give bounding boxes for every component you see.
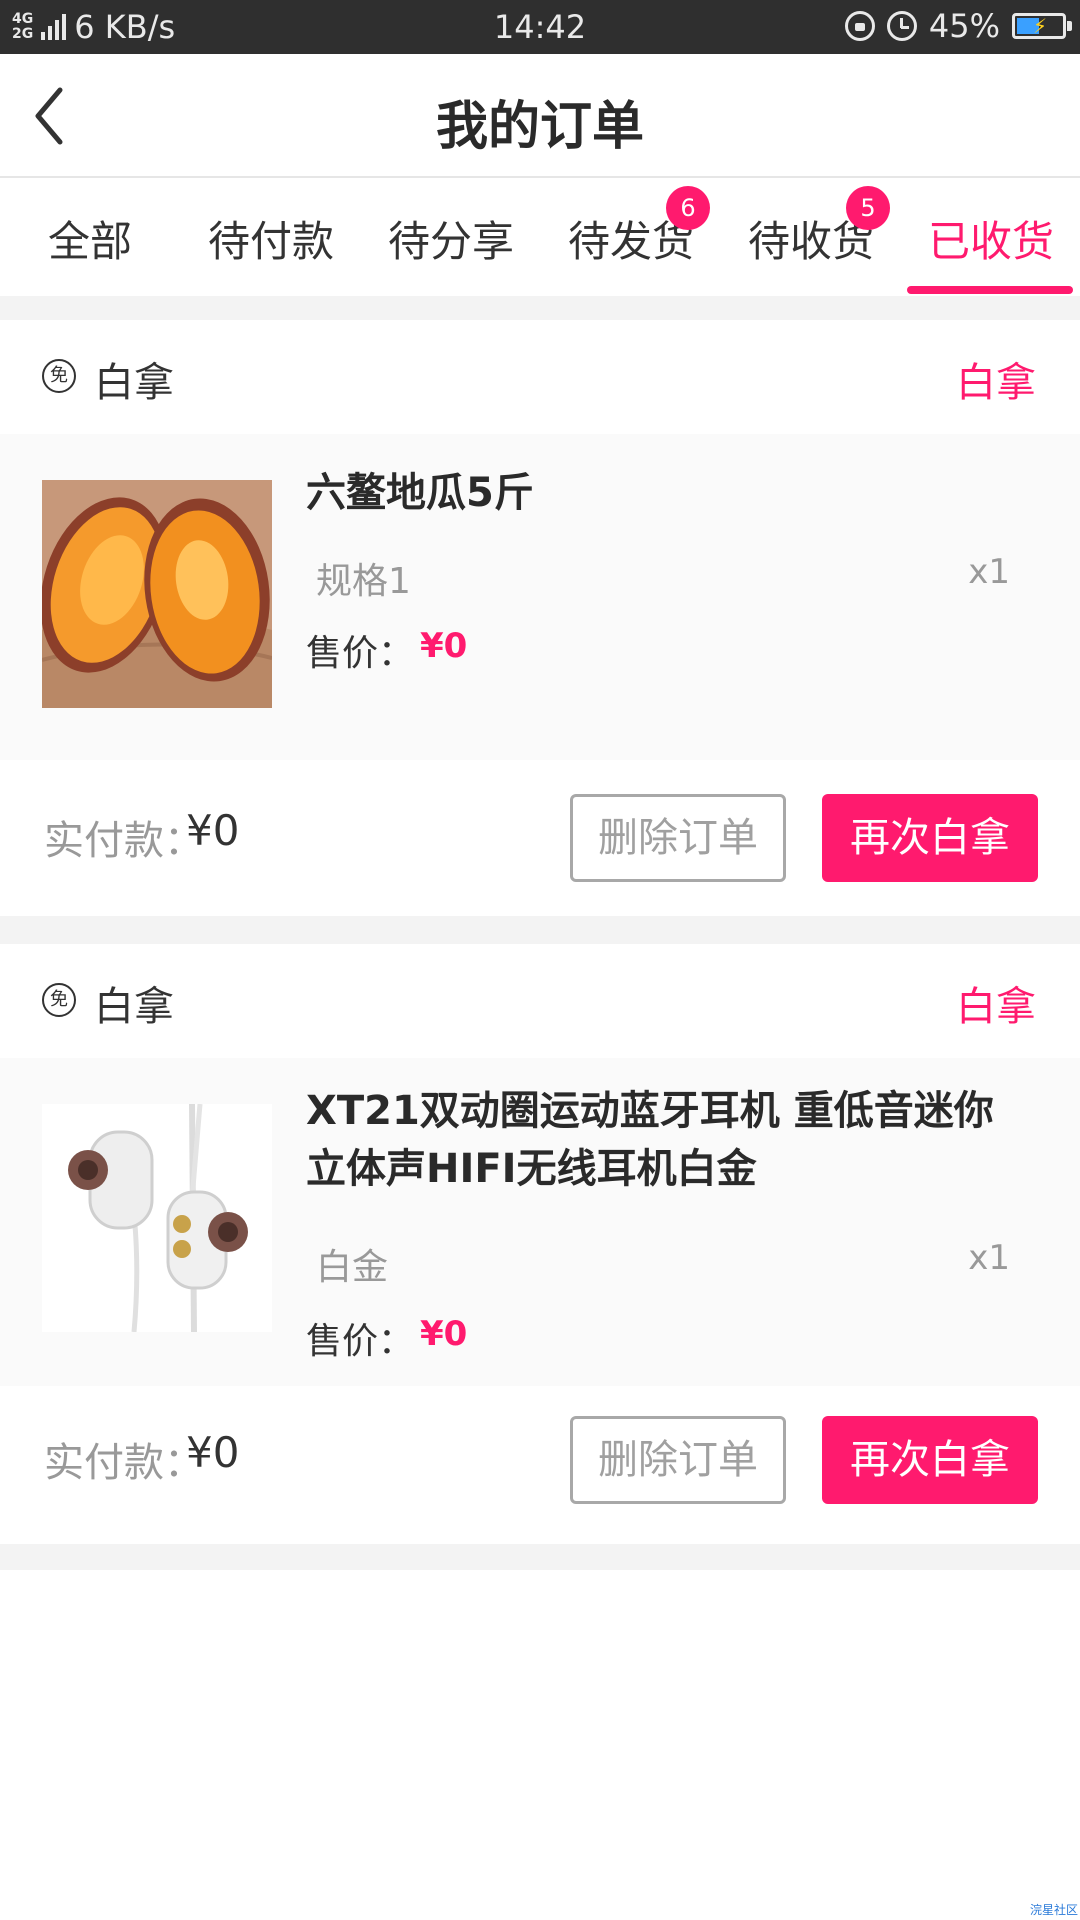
tab-pending-shipment[interactable]: 待发货 6	[568, 186, 711, 269]
battery-percent: 45%	[928, 7, 1000, 45]
order-card: 免 白拿 白拿 六鳌地瓜5斤 规格1 x1 售价： ¥0 实付款： ¥0 删除订…	[0, 320, 1080, 916]
product-quantity: x1	[968, 552, 1010, 592]
section-divider	[0, 296, 1080, 320]
get-again-button[interactable]: 再次白拿	[822, 1416, 1038, 1504]
count-badge: 5	[846, 186, 891, 230]
order-tabs: 全部 待付款 待分享 待发货 6 待收货 5 已收货	[0, 180, 1080, 296]
watermark: 浣星社区	[1029, 1903, 1078, 1917]
product-image-sweet-potato	[42, 480, 272, 708]
price-value: ¥0	[420, 1314, 468, 1354]
tab-label: 全部	[48, 217, 133, 266]
free-icon: 免	[42, 359, 76, 393]
order-item[interactable]: 六鳌地瓜5斤 规格1 x1 售价： ¥0	[0, 434, 1080, 760]
order-footer: 实付款： ¥0 删除订单 再次白拿	[0, 1386, 1080, 1538]
product-quantity: x1	[968, 1238, 1010, 1278]
order-footer: 实付款： ¥0 删除订单 再次白拿	[0, 760, 1080, 916]
order-header: 免 白拿 白拿	[0, 944, 1080, 1058]
app-header: 我的订单	[0, 54, 1080, 178]
free-icon: 免	[42, 983, 76, 1017]
product-image-earphones	[42, 1104, 272, 1332]
page-title: 我的订单	[435, 97, 644, 157]
paid-amount: ¥0	[186, 806, 240, 855]
tab-all[interactable]: 全部	[48, 208, 132, 269]
tab-pending-share[interactable]: 待分享	[388, 208, 514, 269]
delete-order-button[interactable]: 删除订单	[570, 794, 786, 882]
count-badge: 6	[666, 186, 711, 230]
shop-name: 白拿	[94, 984, 174, 1030]
order-status: 白拿	[956, 984, 1036, 1030]
tab-pending-payment[interactable]: 待付款	[208, 208, 334, 269]
paid-label: 实付款：	[44, 818, 204, 864]
delete-order-button[interactable]: 删除订单	[570, 1416, 786, 1504]
status-bar: 4G 2G 6 KB/s 14:42 45% ⚡	[0, 0, 1080, 54]
tab-label: 待付款	[208, 217, 335, 266]
product-spec: 白金	[316, 1247, 389, 1288]
product-title: XT21双动圈运动蓝牙耳机 重低音迷你立体声HIFI无线耳机白金	[306, 1088, 994, 1192]
paid-amount: ¥0	[186, 1428, 240, 1477]
paid-label: 实付款：	[44, 1440, 204, 1486]
alarm-icon	[886, 11, 917, 41]
tab-label: 已收货	[928, 217, 1055, 266]
order-card: 免 白拿 白拿 XT21双动圈运动蓝牙耳机 重低音迷你立体声HIFI无线耳机白金…	[0, 944, 1080, 1538]
battery-icon: ⚡	[1012, 13, 1072, 39]
get-again-button[interactable]: 再次白拿	[822, 794, 1038, 882]
tab-pending-receipt[interactable]: 待收货 5	[748, 186, 891, 269]
tab-received[interactable]: 已收货	[928, 208, 1054, 269]
status-icons: 45% ⚡	[844, 7, 1072, 45]
rotation-lock-icon	[844, 11, 875, 41]
order-item[interactable]: XT21双动圈运动蓝牙耳机 重低音迷你立体声HIFI无线耳机白金 白金 x1 售…	[0, 1058, 1080, 1386]
product-title: 六鳌地瓜5斤	[306, 470, 534, 516]
price-label: 售价：	[306, 1321, 415, 1362]
order-status: 白拿	[956, 360, 1036, 406]
product-spec: 规格1	[316, 561, 411, 602]
tab-label: 待分享	[388, 217, 515, 266]
price-label: 售价：	[306, 633, 415, 674]
section-divider	[0, 1544, 1080, 1570]
price-value: ¥0	[420, 626, 468, 666]
active-tab-indicator	[907, 286, 1073, 294]
shop-name: 白拿	[94, 360, 174, 406]
section-divider	[0, 916, 1080, 944]
order-header: 免 白拿 白拿	[0, 320, 1080, 434]
